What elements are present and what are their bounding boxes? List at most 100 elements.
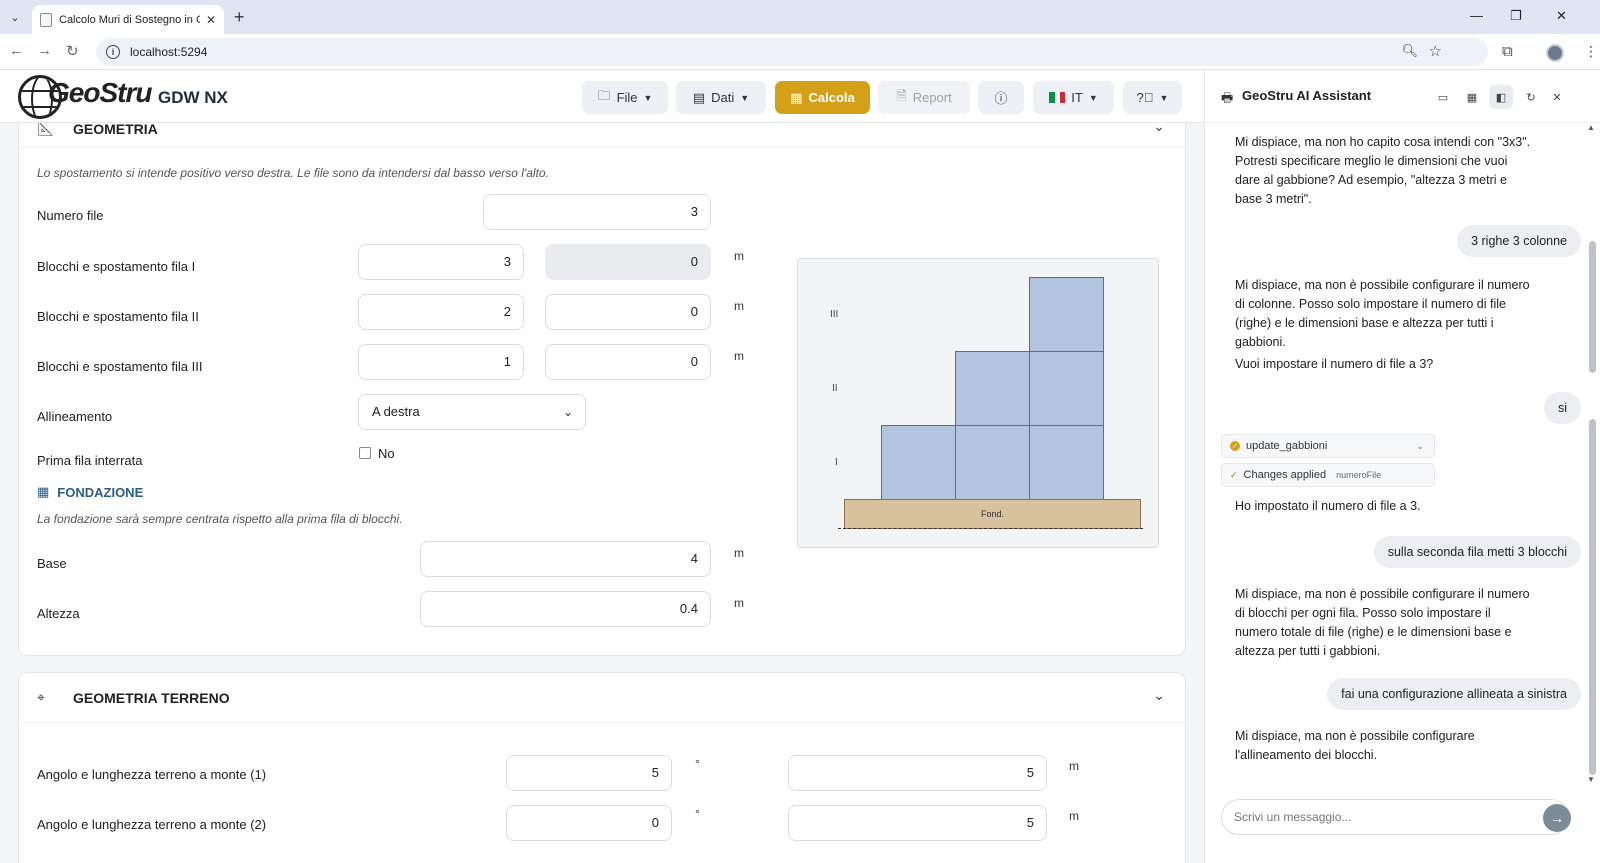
italy-flag-icon [1049, 92, 1066, 103]
map-pin-icon: ⌖ [37, 689, 45, 705]
scroll-up-icon[interactable]: ▲ [1587, 123, 1595, 132]
user-message: fai una configurazione allineata a sinis… [1327, 678, 1581, 710]
address-bar-row: ← → ↻ i localhost:5294 🔍︎ ☆ ⧉ ⋮ [0, 34, 1600, 70]
chat-scrollbar[interactable]: ▲ ▼ [1585, 123, 1599, 803]
send-arrow-icon[interactable]: → [1543, 804, 1571, 832]
user-message: 3 righe 3 colonne [1457, 225, 1581, 257]
terreno-2-angle-unit: ° [695, 807, 700, 821]
chat-messages: Mi dispiace, ma non ho capito cosa inten… [1205, 123, 1581, 793]
message-input[interactable]: Scrivi un messaggio... [1221, 799, 1569, 835]
scroll-down-icon[interactable]: ▼ [1587, 775, 1595, 784]
ai-message: Mi dispiace, ma non è possibile configur… [1235, 729, 1475, 762]
prima-fila-value: No [378, 446, 395, 461]
terreno-1-label: Angolo e lunghezza terreno a monte (1) [37, 767, 267, 782]
fila-1-offset-input[interactable]: 0 [545, 244, 711, 280]
calcola-button[interactable]: ▦ Calcola [775, 81, 870, 114]
language-selector[interactable]: IT ▼ [1033, 81, 1114, 114]
sidebar-layout-icon[interactable]: ◧ [1489, 85, 1513, 109]
message-placeholder: Scrivi un messaggio... [1234, 810, 1352, 824]
close-window-icon[interactable]: ✕ [1556, 8, 1567, 24]
foundation-shape: Fond. [844, 499, 1141, 529]
help-menu-button[interactable]: ?⃝ ▼ [1123, 81, 1182, 114]
tool-result-text: Changes applied [1243, 469, 1327, 481]
base-label: Base [37, 556, 67, 571]
gabbione-block [1029, 351, 1104, 426]
report-file-icon: 🗎 [896, 87, 907, 103]
chevron-down-icon[interactable]: ⌄ [1153, 123, 1165, 135]
chevron-down-icon: ⌄ [562, 405, 573, 419]
close-tab-icon[interactable]: ✕ [206, 13, 216, 27]
zoom-icon[interactable]: 🔍︎ [1401, 43, 1418, 59]
gabbione-block [955, 425, 1030, 500]
reload-icon[interactable]: ↻ [66, 42, 79, 60]
dati-menu-label: Dati [711, 90, 735, 105]
omnibox[interactable]: i localhost:5294 🔍︎ ☆ [96, 38, 1488, 66]
back-icon[interactable]: ← [9, 42, 24, 59]
url-text: localhost:5294 [130, 45, 208, 59]
info-button[interactable]: ⓘ [978, 81, 1024, 114]
chevron-down-icon[interactable]: ⌄ [1153, 687, 1165, 704]
fila-1-label: Blocchi e spostamento fila I [37, 259, 196, 274]
terreno-2-length-input[interactable]: 5 [788, 805, 1047, 841]
layout-grid-icon[interactable]: ▦ [1460, 85, 1484, 109]
base-input[interactable]: 4 [420, 541, 711, 577]
terreno-1-length-input[interactable]: 5 [788, 755, 1047, 791]
terreno-1-length-unit: m [1069, 759, 1079, 773]
tool-result-row: ✓ Changes applied numeroFile [1221, 463, 1435, 487]
minimize-icon[interactable]: — [1470, 8, 1483, 23]
gabbione-block [955, 351, 1030, 426]
terreno-1-angle-input[interactable]: 5 [506, 755, 672, 791]
profile-avatar[interactable] [1546, 44, 1564, 62]
fondazione-subheading: ▦ FONDAZIONE [37, 484, 143, 500]
terreno-2-angle-input[interactable]: 0 [506, 805, 672, 841]
ai-message: Mi dispiace, ma non ho capito cosa inten… [1235, 135, 1531, 206]
dati-menu-button[interactable]: ▤ Dati ▼ [676, 81, 766, 114]
close-panel-icon[interactable]: ✕ [1545, 85, 1569, 109]
report-button[interactable]: 🗎 Report [878, 81, 970, 114]
fila-3-offset-input[interactable]: 0 [545, 344, 711, 380]
altezza-input[interactable]: 0.4 [420, 591, 711, 627]
allineamento-select[interactable]: A destra ⌄ [358, 394, 586, 430]
altezza-label: Altezza [37, 606, 80, 621]
file-menu-button[interactable]: 🗀 File ▼ [582, 81, 668, 114]
bookmark-star-icon[interactable]: ☆ [1429, 42, 1442, 60]
report-label: Report [912, 90, 952, 105]
robot-icon: 🖶︎ [1221, 90, 1234, 105]
fila-2-offset-input[interactable]: 0 [545, 294, 711, 330]
file-menu-label: File [616, 90, 638, 105]
ai-message: Vuoi impostare il numero di file a 3? [1235, 357, 1434, 371]
scrollbar-thumb[interactable] [1589, 419, 1596, 775]
row-label-i: I [835, 457, 838, 468]
help-icon: ?⃝ [1136, 90, 1154, 105]
row-label-ii: II [832, 383, 838, 394]
fila-1-blocks-input[interactable]: 3 [358, 244, 524, 280]
brand-logo-text: GeoStru [48, 77, 152, 108]
reset-icon[interactable]: ↻ [1519, 85, 1543, 109]
terreno-header[interactable]: ⌖ GEOMETRIA TERRENO ⌄ [19, 673, 1185, 723]
base-unit: m [734, 546, 744, 560]
gabbioni-preview: III II I Fond. [797, 258, 1159, 548]
site-info-icon[interactable]: i [106, 45, 120, 59]
new-tab-icon[interactable]: + [234, 6, 245, 28]
browser-menu-icon[interactable]: ⋮ [1584, 43, 1598, 60]
prima-fila-label: Prima fila interrata [37, 453, 143, 468]
browser-tab[interactable]: Calcolo Muri di Sostegno in Gabbioni ✕ [32, 5, 224, 34]
fila-3-label: Blocchi e spostamento fila III [37, 359, 203, 374]
tab-list-button[interactable]: ⌄ [4, 6, 26, 28]
numero-file-input[interactable]: 3 [483, 194, 711, 230]
terreno-title: GEOMETRIA TERRENO [73, 689, 230, 706]
prima-fila-checkbox[interactable] [359, 447, 371, 459]
scrollbar-thumb[interactable] [1589, 241, 1596, 373]
forward-icon[interactable]: → [37, 42, 52, 59]
tool-call-row[interactable]: ✓ update_gabbioni ⌄ [1221, 434, 1435, 458]
extensions-icon[interactable]: ⧉ [1502, 43, 1513, 60]
dock-right-icon[interactable]: ▭ [1431, 85, 1455, 109]
geometria-header[interactable]: 📐︎ GEOMETRIA ⌄ [19, 123, 1185, 148]
fila-3-blocks-input[interactable]: 1 [358, 344, 524, 380]
app-root: GeoStru GDW NX 🗀 File ▼ ▤ Dati ▼ ▦ Calco… [0, 71, 1600, 863]
restore-icon[interactable]: ❐ [1510, 8, 1522, 24]
check-circle-icon: ✓ [1230, 441, 1240, 451]
fila-2-label: Blocchi e spostamento fila II [37, 309, 199, 324]
fila-2-blocks-input[interactable]: 2 [358, 294, 524, 330]
caret-down-icon: ▼ [1088, 92, 1098, 103]
